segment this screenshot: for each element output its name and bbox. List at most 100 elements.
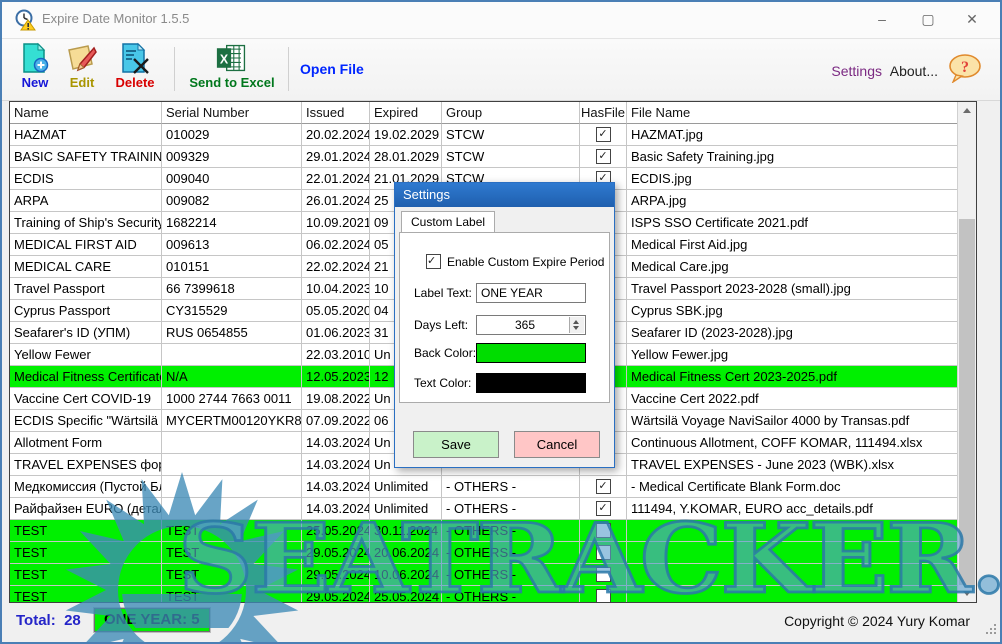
cell-serial: MYCERTM00120YKR8KH4... [162, 410, 302, 432]
total-count: Total: 28 [16, 612, 81, 629]
new-document-icon [19, 42, 51, 74]
maximize-button[interactable]: ▢ [906, 2, 950, 36]
cell-file: ECDIS.jpg [627, 168, 958, 190]
cell-serial [162, 476, 302, 498]
table-row[interactable]: TESTTEST29.05.202410.06.2024- OTHERS - [10, 564, 958, 586]
days-left-stepper[interactable]: 365 [476, 315, 586, 335]
label-text-input[interactable]: ONE YEAR [476, 283, 586, 303]
scroll-up-button[interactable] [958, 102, 976, 119]
column-header-name[interactable]: Name [10, 102, 162, 124]
tab-custom-label[interactable]: Custom Label [401, 211, 495, 232]
vertical-scrollbar[interactable] [957, 102, 976, 602]
cell-name: Travel Passport [10, 278, 162, 300]
cell-name: TRAVEL EXPENSES форма [10, 454, 162, 476]
column-header-serial[interactable]: Serial Number [162, 102, 302, 124]
column-header-issued[interactable]: Issued [302, 102, 370, 124]
cell-serial [162, 432, 302, 454]
stepper-arrows[interactable] [569, 317, 584, 333]
title-bar[interactable]: Expire Date Monitor 1.5.5 – ▢ ✕ [2, 2, 1000, 39]
cell-serial [162, 344, 302, 366]
column-header-expired[interactable]: Expired [370, 102, 442, 124]
close-button[interactable]: ✕ [950, 2, 994, 36]
scrollbar-thumb[interactable] [959, 219, 975, 585]
cell-issued: 26.01.2024 [302, 190, 370, 212]
app-clock-warning-icon [14, 9, 36, 31]
checkbox-unchecked-icon[interactable] [596, 545, 611, 560]
checkbox-unchecked-icon[interactable] [596, 589, 611, 603]
delete-button[interactable]: Delete [106, 42, 164, 96]
column-header-file[interactable]: File Name [627, 102, 958, 124]
cell-file: Medical Fitness Cert 2023-2025.pdf [627, 366, 958, 388]
resize-grip[interactable] [984, 622, 996, 634]
settings-button[interactable]: Settings [831, 63, 882, 79]
cell-name: HAZMAT [10, 124, 162, 146]
cell-serial: CY315529 [162, 300, 302, 322]
checkbox-checked-icon[interactable]: ✓ [596, 479, 611, 494]
help-question-icon[interactable]: ? [948, 53, 982, 83]
table-row[interactable]: Райфайзен EURO (детали...14.03.2024Unlim… [10, 498, 958, 520]
cell-name: BASIC SAFETY TRAINING [10, 146, 162, 168]
checkbox-unchecked-icon[interactable] [596, 523, 611, 538]
edit-button[interactable]: Edit [60, 42, 104, 96]
label-text-label: Label Text: [414, 286, 472, 300]
scroll-down-button[interactable] [958, 585, 976, 602]
cell-serial: TEST [162, 586, 302, 603]
cell-issued: 29.05.2024 [302, 542, 370, 564]
cell-hasfile: ✓ [580, 124, 627, 146]
text-color-swatch[interactable] [476, 373, 586, 393]
dialog-title-bar[interactable]: Settings [395, 183, 614, 207]
cell-name: TEST [10, 586, 162, 603]
about-button[interactable]: About... [890, 63, 938, 79]
cell-group: STCW [442, 146, 580, 168]
cell-file [627, 564, 958, 586]
cell-issued: 22.03.2010 [302, 344, 370, 366]
cell-serial: 009613 [162, 234, 302, 256]
cell-file: Basic Safety Training.jpg [627, 146, 958, 168]
toolbar: New Edit Delete [2, 39, 1000, 101]
checkbox-unchecked-icon[interactable] [596, 567, 611, 582]
cell-expired: Unlimited [370, 476, 442, 498]
table-row[interactable]: TESTTEST29.05.202420.06.2024- OTHERS - [10, 542, 958, 564]
cell-issued: 29.01.2024 [302, 146, 370, 168]
table-row[interactable]: TESTTEST25.05.202430.11.2024- OTHERS - [10, 520, 958, 542]
cell-file: Continuous Allotment, COFF KOMAR, 111494… [627, 432, 958, 454]
cell-serial: 1682214 [162, 212, 302, 234]
table-header-row: NameSerial NumberIssuedExpiredGroupHasFi… [10, 102, 958, 124]
save-button[interactable]: Save [413, 431, 499, 458]
enable-custom-expire-checkbox[interactable]: ✓Enable Custom Expire Period [426, 255, 604, 269]
table-row[interactable]: BASIC SAFETY TRAINING00932929.01.202428.… [10, 146, 958, 168]
cell-hasfile: ✓ [580, 146, 627, 168]
cell-issued: 14.03.2024 [302, 498, 370, 520]
cell-name: Медкомиссия (Пустой Бл... [10, 476, 162, 498]
cell-issued: 29.05.2024 [302, 586, 370, 603]
cell-expired: Unlimited [370, 498, 442, 520]
table-row[interactable]: TESTTEST29.05.202425.05.2024- OTHERS - [10, 586, 958, 603]
days-left-label: Days Left: [414, 318, 468, 332]
cell-name: TEST [10, 542, 162, 564]
minimize-button[interactable]: – [860, 2, 904, 36]
new-button[interactable]: New [12, 42, 58, 96]
back-color-swatch[interactable] [476, 343, 586, 363]
column-header-hasfile[interactable]: HasFile [580, 102, 627, 124]
checkbox-icon: ✓ [426, 254, 441, 269]
cell-expired: 20.06.2024 [370, 542, 442, 564]
cell-group: - OTHERS - [442, 542, 580, 564]
cell-serial [162, 454, 302, 476]
cell-issued: 19.08.2022 [302, 388, 370, 410]
cell-issued: 14.03.2024 [302, 476, 370, 498]
cell-serial: TEST [162, 520, 302, 542]
dialog-tab-page: ✓Enable Custom Expire Period Label Text:… [399, 232, 610, 403]
cell-file: ISPS SSO Certificate 2021.pdf [627, 212, 958, 234]
open-file-button[interactable]: Open File [300, 61, 364, 77]
table-row[interactable]: Медкомиссия (Пустой Бл... 14.03.2024Unlim… [10, 476, 958, 498]
send-to-excel-button[interactable]: X Send to Excel [185, 42, 279, 96]
checkbox-checked-icon[interactable]: ✓ [596, 501, 611, 516]
checkbox-checked-icon[interactable]: ✓ [596, 127, 611, 142]
table-row[interactable]: HAZMAT01002920.02.202419.02.2029STCW✓HAZ… [10, 124, 958, 146]
column-header-group[interactable]: Group [442, 102, 580, 124]
cancel-button[interactable]: Cancel [514, 431, 600, 458]
cell-group: - OTHERS - [442, 520, 580, 542]
cell-expired: 30.11.2024 [370, 520, 442, 542]
checkbox-checked-icon[interactable]: ✓ [596, 149, 611, 164]
cell-issued: 01.06.2023 [302, 322, 370, 344]
